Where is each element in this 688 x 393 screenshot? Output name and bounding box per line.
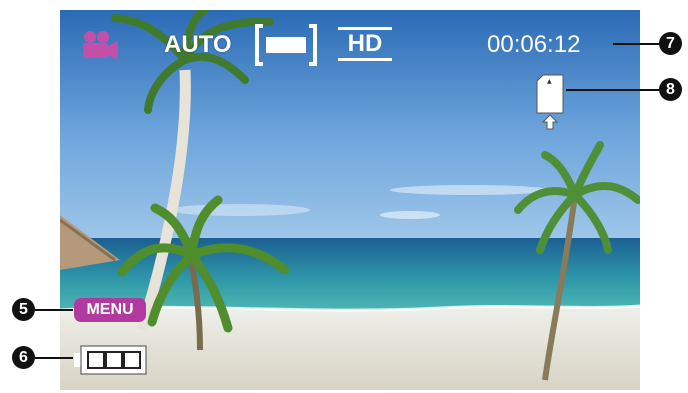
hd-quality-badge: HD [338,27,392,61]
callout-7: 7 [659,32,682,55]
scene-mode-label: AUTO [164,31,232,58]
sd-card-icon: ▲ [536,74,564,130]
leader-line-6 [35,357,73,359]
battery-icon [74,345,147,375]
camera-preview-screen: AUTO HD 00:06:12 ▲ MENU [60,10,640,390]
callout-5: 5 [12,298,35,321]
callout-8: 8 [659,78,682,101]
callout-6: 6 [12,346,35,369]
svg-text:▲: ▲ [547,78,552,85]
leader-line-8 [566,89,659,91]
leader-line-7 [613,43,659,45]
recording-time: 00:06:12 [487,31,581,58]
menu-button[interactable]: MENU [74,298,146,322]
aspect-ratio-icon [255,24,317,66]
video-camera-icon [83,31,118,60]
beach-scene-image [60,10,640,390]
leader-line-5 [35,309,73,311]
